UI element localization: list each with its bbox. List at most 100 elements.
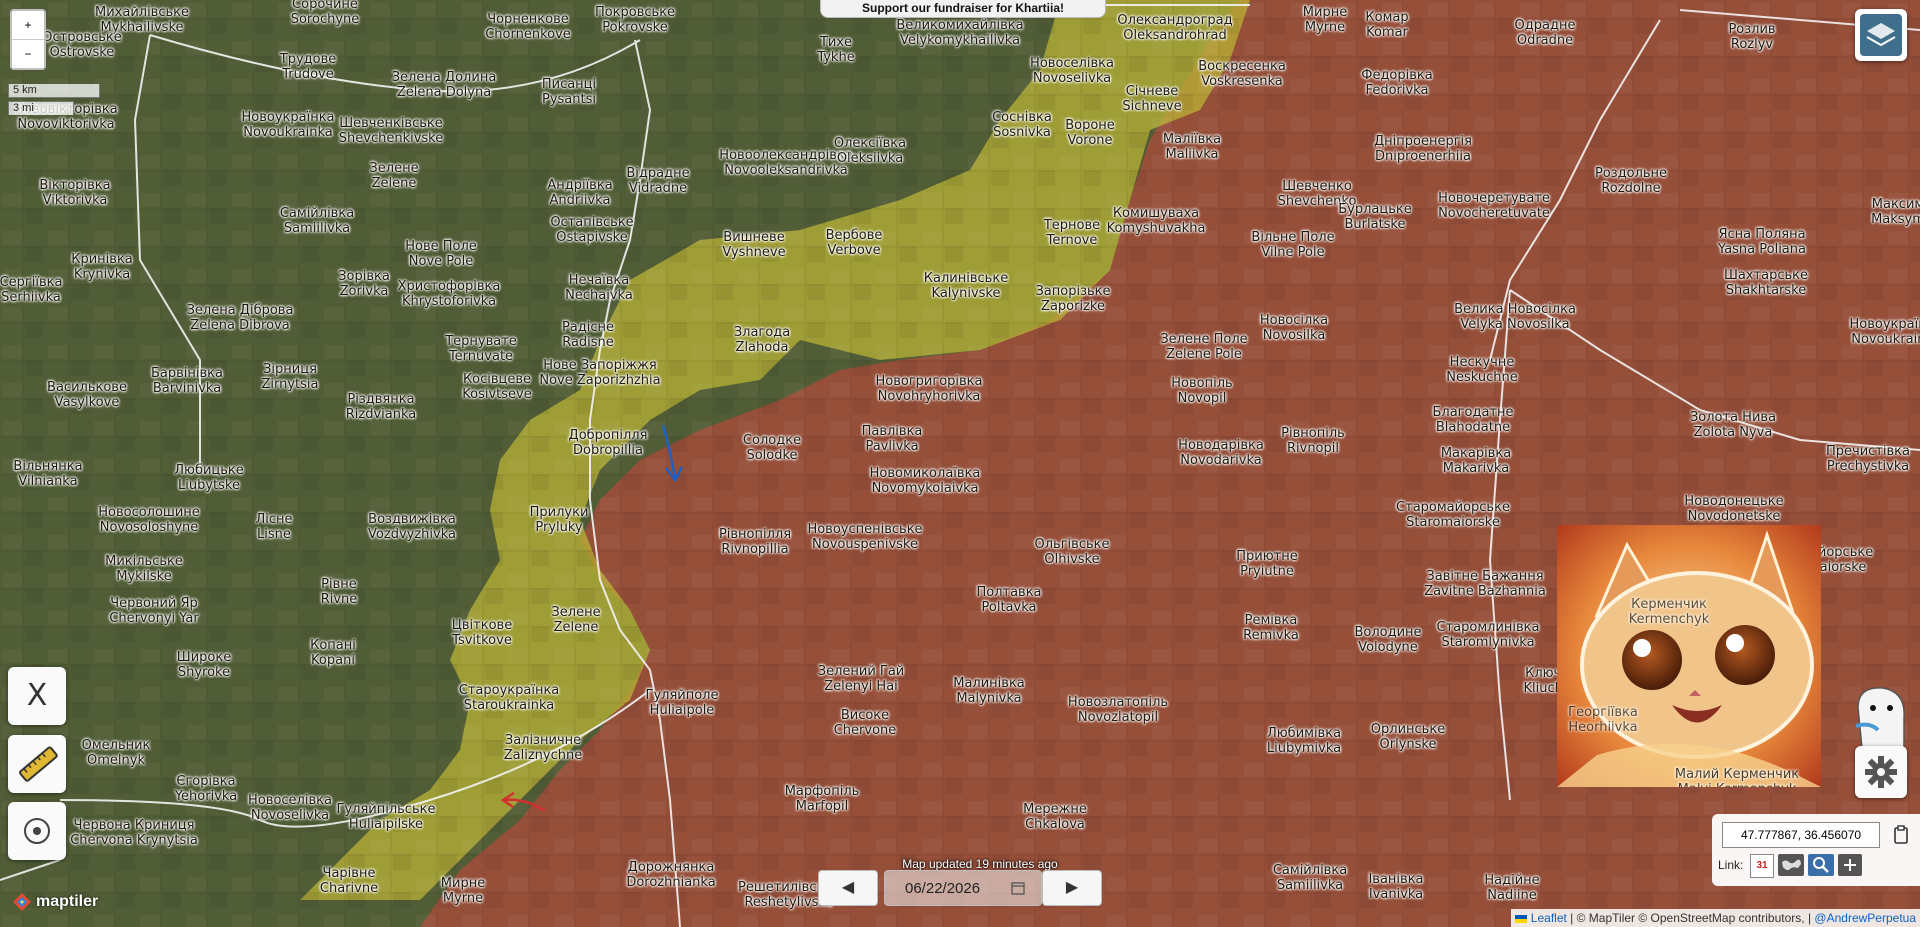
- place-label: Нове Запоріжжя Nove Zaporizhzhia: [539, 358, 661, 388]
- mascot-icon: [1855, 687, 1905, 749]
- place-label: Остапівське Ostapivske: [550, 215, 634, 245]
- place-label: Новогригорівка Novohryhorivka: [875, 374, 983, 404]
- place-label: Василькове Vasylkove: [47, 380, 127, 410]
- place-label: Зелене Zelene: [369, 161, 419, 191]
- place-label: Надійне Nadiine: [1484, 873, 1540, 903]
- place-label: Золота Нива Zolota Nyva: [1689, 410, 1777, 440]
- maptiler-logo[interactable]: maptiler: [12, 891, 98, 913]
- place-label: Радісне Radisne: [561, 320, 615, 350]
- place-label: Різдвянка Rizdvianka: [345, 392, 417, 422]
- place-label: Мирне Myrne: [1302, 5, 1348, 35]
- layers-icon: [1860, 14, 1902, 56]
- place-label: Зелена Діброва Zelena Dibrova: [186, 303, 294, 333]
- place-label: Новоселівка Novoselivka: [248, 793, 332, 823]
- fundraiser-banner[interactable]: Support our fundraiser for Khartiia!: [820, 0, 1106, 18]
- place-label: Відрадне Vidradne: [626, 166, 690, 196]
- add-link-button[interactable]: [1838, 854, 1862, 876]
- map-canvas[interactable]: Михайлівське Mykhailivske Сорочине Sorochy…: [0, 0, 1920, 927]
- place-label: Орлинське Orlynske: [1370, 722, 1446, 752]
- leaflet-link[interactable]: Leaflet: [1531, 911, 1567, 925]
- map-updated-text: Map updated 19 minutes ago: [902, 857, 1058, 871]
- calendar-small-icon: [1011, 882, 1025, 895]
- place-label: Любицьке Liubytske: [174, 463, 244, 493]
- arrow-right-icon: ▶: [1065, 879, 1079, 896]
- place-label: Полтавка Poltavka: [976, 585, 1042, 615]
- place-label: Прилуки Pryluky: [529, 505, 589, 535]
- place-label: НовоукраїнкаNovoukrainka: [241, 110, 335, 140]
- next-date-button[interactable]: ▶: [1042, 870, 1102, 906]
- place-label: Залізничне Zaliznychne: [503, 733, 583, 763]
- gear-icon: [1865, 756, 1897, 788]
- place-label: Новопіль Novopil: [1171, 376, 1233, 406]
- place-label: Завітне Бажання Zavitne Bazhannia: [1424, 569, 1546, 599]
- zoom-out-button[interactable]: −: [12, 39, 44, 68]
- place-label: Павлівка Pavlivka: [861, 424, 923, 454]
- place-label: Чарівне Charivne: [319, 866, 379, 896]
- scale-km: 5 km: [8, 84, 100, 98]
- author-link[interactable]: @AndrewPerpetua: [1814, 911, 1916, 925]
- place-label: Тихе Tykhe: [817, 35, 855, 65]
- zoom-in-button[interactable]: +: [12, 11, 44, 39]
- place-label: Новочеретувате Novocheretuvate: [1438, 191, 1550, 221]
- layers-button[interactable]: [1855, 9, 1907, 61]
- search-icon: [1813, 857, 1829, 873]
- place-label: Лісне Lisne: [255, 512, 293, 542]
- place-label: Благодатне Blahodatne: [1432, 405, 1514, 435]
- place-label: Самійлівка Samiilivka: [279, 206, 355, 236]
- place-label: Нечаївка Nechaivka: [565, 273, 633, 303]
- maptiler-wordmark: maptiler: [36, 893, 99, 910]
- place-label: Мирне Myrne: [440, 876, 486, 906]
- place-label: Новоуспенівське Novouspenivske: [807, 522, 923, 552]
- x-share-button[interactable]: X: [8, 667, 66, 725]
- place-label: Кринівка Krynivka: [71, 252, 133, 282]
- place-label: Барвінівка Barvinivka: [150, 366, 224, 396]
- place-label: Олексіївка Oleksiivka: [833, 136, 907, 166]
- place-label: Зелене Поле Zelene Pole: [1160, 332, 1248, 362]
- place-label: Комишуваха Komyshuvakha: [1106, 206, 1206, 236]
- ukraine-flag-icon: [1515, 914, 1528, 923]
- place-label: Мережне Chkalova: [1023, 802, 1087, 832]
- place-label: Микільське Mykilske: [105, 554, 183, 584]
- place-label: Вільне Поле Vilne Pole: [1251, 230, 1335, 260]
- place-label: Вороне Vorone: [1065, 118, 1115, 148]
- place-label: Андріївка Andriivka: [547, 178, 613, 208]
- place-label: Володине Volodyne: [1354, 625, 1422, 655]
- place-label: Новоселівка Novoselivka: [1030, 56, 1114, 86]
- place-label: Копані Kopani: [310, 638, 356, 668]
- place-label: Новодонецьке Novodonetske: [1684, 494, 1784, 524]
- place-label: Єгорівка Yehorivka: [174, 774, 238, 804]
- plus-icon: [1844, 859, 1856, 871]
- place-label: Гуляйпільське Huliaipilske: [336, 802, 436, 832]
- place-label: Вільнянка Vilnianka: [13, 459, 83, 489]
- place-label: Одрадне Odradne: [1514, 18, 1576, 48]
- settings-button[interactable]: [1855, 746, 1907, 798]
- ruler-button[interactable]: [8, 735, 66, 793]
- target-icon: [24, 818, 50, 844]
- place-label: Дніпроенергія Dniproenerhiia: [1374, 134, 1472, 164]
- place-label: Тернове Ternove: [1043, 218, 1101, 248]
- place-label: Калинівське Kalynivske: [923, 271, 1009, 301]
- place-label: Староукраїнка Staroukrainka: [458, 683, 560, 713]
- place-label: Січневе Sichneve: [1122, 84, 1182, 114]
- date-picker[interactable]: 06/22/2026: [884, 870, 1042, 906]
- place-label: Широке Shyroke: [176, 650, 232, 680]
- place-label: Новосілка Novosilka: [1259, 313, 1329, 343]
- place-label: Любимівка Liubymivka: [1266, 726, 1342, 756]
- place-label: Велика Новосілка Velyka Novosilka: [1454, 302, 1576, 332]
- place-label: Вікторівка Viktorivka: [39, 178, 111, 208]
- copy-button[interactable]: [1890, 824, 1912, 846]
- place-label: Федорівка Fedorivka: [1361, 68, 1433, 98]
- place-label: Дорожнянка Dorozhnianka: [626, 860, 716, 890]
- place-label: Запорізьке Zaporizke: [1035, 284, 1111, 314]
- place-label: Максим Maksym: [1871, 197, 1920, 227]
- place-label: Вишневе Vyshneve: [722, 230, 786, 260]
- cat-overlay-image: Керменчик Kermenchyk Георгіївка Heorhiivka…: [1557, 525, 1821, 787]
- locate-button[interactable]: [8, 802, 66, 860]
- world-map-link-button[interactable]: [1778, 854, 1804, 876]
- place-label: Старомлинівка Staromlynivka: [1436, 620, 1540, 650]
- search-link-button[interactable]: [1808, 854, 1834, 876]
- previous-date-button[interactable]: ◀: [818, 870, 878, 906]
- calendar-link-button[interactable]: 31: [1750, 854, 1774, 878]
- place-label: Новосолошине Novosoloshyne: [98, 505, 200, 535]
- coordinates-input[interactable]: [1722, 822, 1880, 848]
